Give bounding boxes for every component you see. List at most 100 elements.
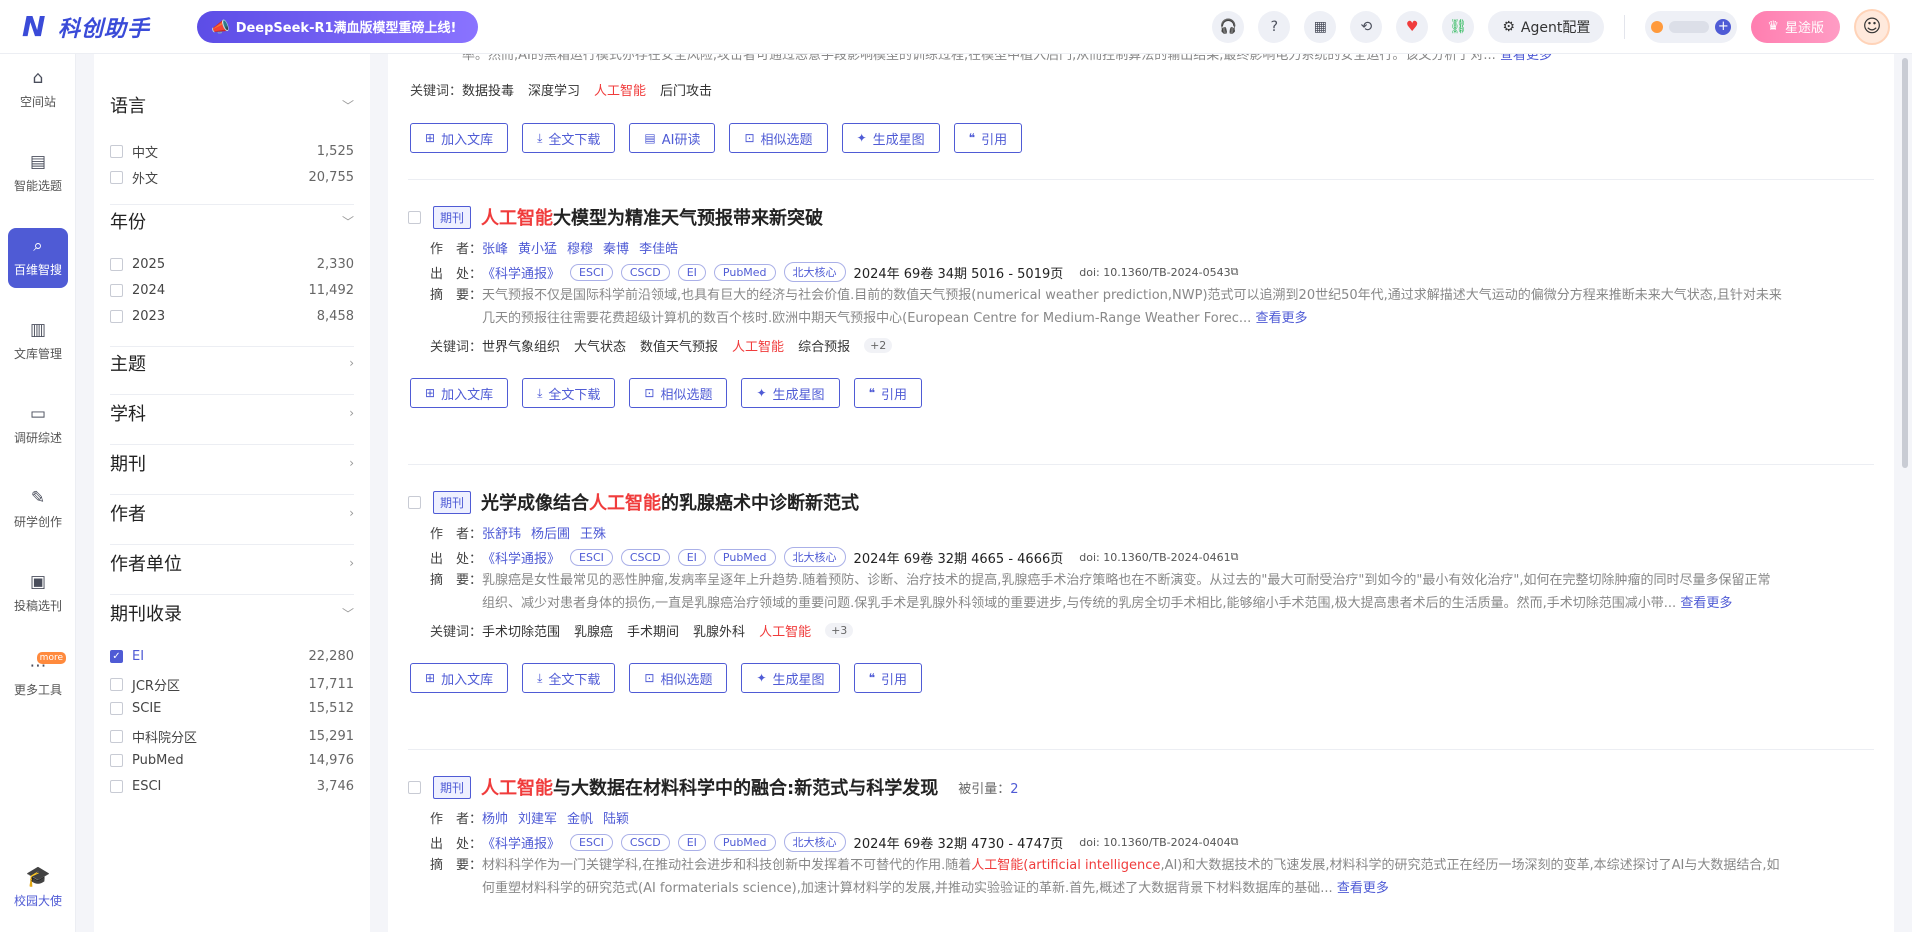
source-link[interactable]: 《科学通报》: [482, 548, 560, 567]
keyword[interactable]: 人工智能: [759, 621, 811, 640]
filter-language-header[interactable]: 语言 ﹀: [110, 92, 354, 118]
filter-journal-header[interactable]: 期刊 ›: [110, 450, 354, 476]
add-to-library-button[interactable]: ⊞ 加入文库: [410, 663, 509, 693]
author-link[interactable]: 秦博: [603, 238, 629, 257]
link-icon[interactable]: ⛓: [1442, 10, 1475, 43]
filter-option[interactable]: 2024 11,492: [110, 283, 354, 298]
author-link[interactable]: 李佳皓: [639, 238, 678, 257]
add-to-library-button[interactable]: ⊞ 加入文库: [410, 378, 509, 408]
checkbox[interactable]: [408, 780, 421, 794]
scrollbar[interactable]: [1902, 58, 1908, 468]
author-link[interactable]: 穆穆: [567, 238, 593, 257]
checkbox[interactable]: [110, 145, 123, 158]
help-icon[interactable]: ?: [1258, 10, 1291, 43]
filter-option[interactable]: 中文 1,525: [110, 142, 354, 161]
filter-subject-header[interactable]: 学科 ›: [110, 400, 354, 426]
filter-affiliation-header[interactable]: 作者单位 ›: [110, 550, 354, 576]
checkbox-checked[interactable]: ✓: [110, 650, 123, 663]
keyword[interactable]: 人工智能: [732, 336, 784, 355]
author-link[interactable]: 刘建军: [518, 808, 557, 827]
author-link[interactable]: 陆颖: [603, 808, 629, 827]
filter-topic-header[interactable]: 主题 ›: [110, 350, 354, 376]
star-map-button[interactable]: ✦ 生成星图: [741, 378, 840, 408]
keyword[interactable]: 乳腺外科: [693, 621, 745, 640]
view-more-link[interactable]: 查看更多: [1500, 54, 1552, 63]
star-map-button[interactable]: ✦ 生成星图: [841, 123, 940, 153]
keyword[interactable]: 深度学习: [528, 80, 580, 99]
filter-option[interactable]: PubMed 14,976: [110, 753, 354, 768]
checkbox[interactable]: [110, 678, 123, 691]
history-icon[interactable]: ⟲: [1350, 10, 1383, 43]
campus-ambassador[interactable]: 🎓 校园大使: [10, 864, 66, 909]
filter-option[interactable]: 外文 20,755: [110, 168, 354, 187]
nav-item-review[interactable]: ▭ 调研综述: [8, 396, 68, 456]
app-logo[interactable]: N 科创助手: [22, 11, 150, 43]
keyword[interactable]: 综合预报: [798, 336, 850, 355]
similar-topic-button[interactable]: ⊡ 相似选题: [629, 663, 728, 693]
filter-option[interactable]: 2025 2,330: [110, 257, 354, 272]
checkbox[interactable]: [408, 210, 421, 224]
agent-config-button[interactable]: ⚙ Agent配置: [1488, 10, 1605, 43]
checkbox[interactable]: [110, 310, 123, 323]
author-link[interactable]: 王殊: [580, 523, 606, 542]
cite-button[interactable]: ❝ 引用: [853, 378, 923, 408]
filter-author-header[interactable]: 作者 ›: [110, 500, 354, 526]
author-link[interactable]: 黄小猛: [518, 238, 557, 257]
copy-icon[interactable]: ⧉: [1231, 265, 1239, 279]
nav-item-search[interactable]: ⌕ 百维智搜: [8, 228, 68, 288]
keyword[interactable]: 数据投毒: [462, 80, 514, 99]
keyword[interactable]: 大气状态: [574, 336, 626, 355]
filter-indexing-header[interactable]: 期刊收录 ﹀: [110, 600, 354, 626]
paper-title[interactable]: 人工智能与大数据在材料科学中的融合:新范式与科学发现: [481, 774, 938, 800]
checkbox[interactable]: [408, 495, 421, 509]
vip-button[interactable]: ♛ 星途版: [1751, 10, 1840, 43]
filter-year-header[interactable]: 年份 ﹀: [110, 208, 354, 234]
nav-item-library[interactable]: ▥ 文库管理: [8, 312, 68, 372]
checkbox[interactable]: [110, 754, 123, 767]
checkbox[interactable]: [110, 702, 123, 715]
add-to-library-button[interactable]: ⊞ 加入文库: [410, 123, 509, 153]
nav-item-submission[interactable]: ▣ 投稿选刊: [8, 564, 68, 624]
keyword[interactable]: 手术期间: [627, 621, 679, 640]
keyword[interactable]: 数值天气预报: [640, 336, 718, 355]
checkbox[interactable]: [110, 171, 123, 184]
ai-read-button[interactable]: ▤ AI研读: [629, 123, 716, 153]
headset-icon[interactable]: 🎧: [1212, 10, 1245, 43]
keyword[interactable]: 后门攻击: [660, 80, 712, 99]
paper-title[interactable]: 人工智能大模型为精准天气预报带来新突破: [481, 204, 823, 230]
full-download-button[interactable]: ⤓ 全文下载: [522, 663, 616, 693]
keyword[interactable]: 世界气象组织: [482, 336, 560, 355]
promo-banner[interactable]: 📣 DeepSeek-R1满血版模型重磅上线!: [197, 10, 479, 43]
full-download-button[interactable]: ⤓ 全文下载: [522, 123, 616, 153]
nav-item-space-station[interactable]: ⌂ 空间站: [8, 60, 68, 120]
view-more-link[interactable]: 查看更多: [1255, 311, 1307, 326]
author-link[interactable]: 杨后圃: [531, 523, 570, 542]
author-link[interactable]: 张峰: [482, 238, 508, 257]
view-more-link[interactable]: 查看更多: [1337, 881, 1389, 896]
filter-option[interactable]: ✓ EI 22,280: [110, 649, 354, 664]
copy-icon[interactable]: ⧉: [1231, 550, 1239, 564]
filter-option[interactable]: ESCI 3,746: [110, 779, 354, 794]
nav-item-more-tools[interactable]: ⋯ 更多工具 more: [8, 648, 68, 708]
keywords-more[interactable]: +3: [825, 623, 854, 638]
paper-title[interactable]: 光学成像结合人工智能的乳腺癌术中诊断新范式: [481, 489, 859, 515]
heart-pulse-icon[interactable]: ♥: [1396, 10, 1429, 43]
author-link[interactable]: 张舒玮: [482, 523, 521, 542]
checkbox[interactable]: [110, 780, 123, 793]
checkbox[interactable]: [110, 258, 123, 271]
author-link[interactable]: 杨帅: [482, 808, 508, 827]
keyword[interactable]: 手术切除范围: [482, 621, 560, 640]
plus-icon[interactable]: +: [1715, 18, 1732, 35]
filter-option[interactable]: 中科院分区 15,291: [110, 727, 354, 746]
cite-button[interactable]: ❝ 引用: [853, 663, 923, 693]
keywords-more[interactable]: +2: [864, 338, 893, 353]
coin-balance[interactable]: +: [1645, 10, 1738, 43]
source-link[interactable]: 《科学通报》: [482, 833, 560, 852]
filter-option[interactable]: SCIE 15,512: [110, 701, 354, 716]
filter-option[interactable]: JCR分区 17,711: [110, 675, 354, 694]
similar-topic-button[interactable]: ⊡ 相似选题: [629, 378, 728, 408]
nav-item-smart-topic[interactable]: ▤ 智能选题: [8, 144, 68, 204]
source-link[interactable]: 《科学通报》: [482, 263, 560, 282]
keyword[interactable]: 人工智能: [594, 80, 646, 99]
view-more-link[interactable]: 查看更多: [1680, 596, 1732, 611]
